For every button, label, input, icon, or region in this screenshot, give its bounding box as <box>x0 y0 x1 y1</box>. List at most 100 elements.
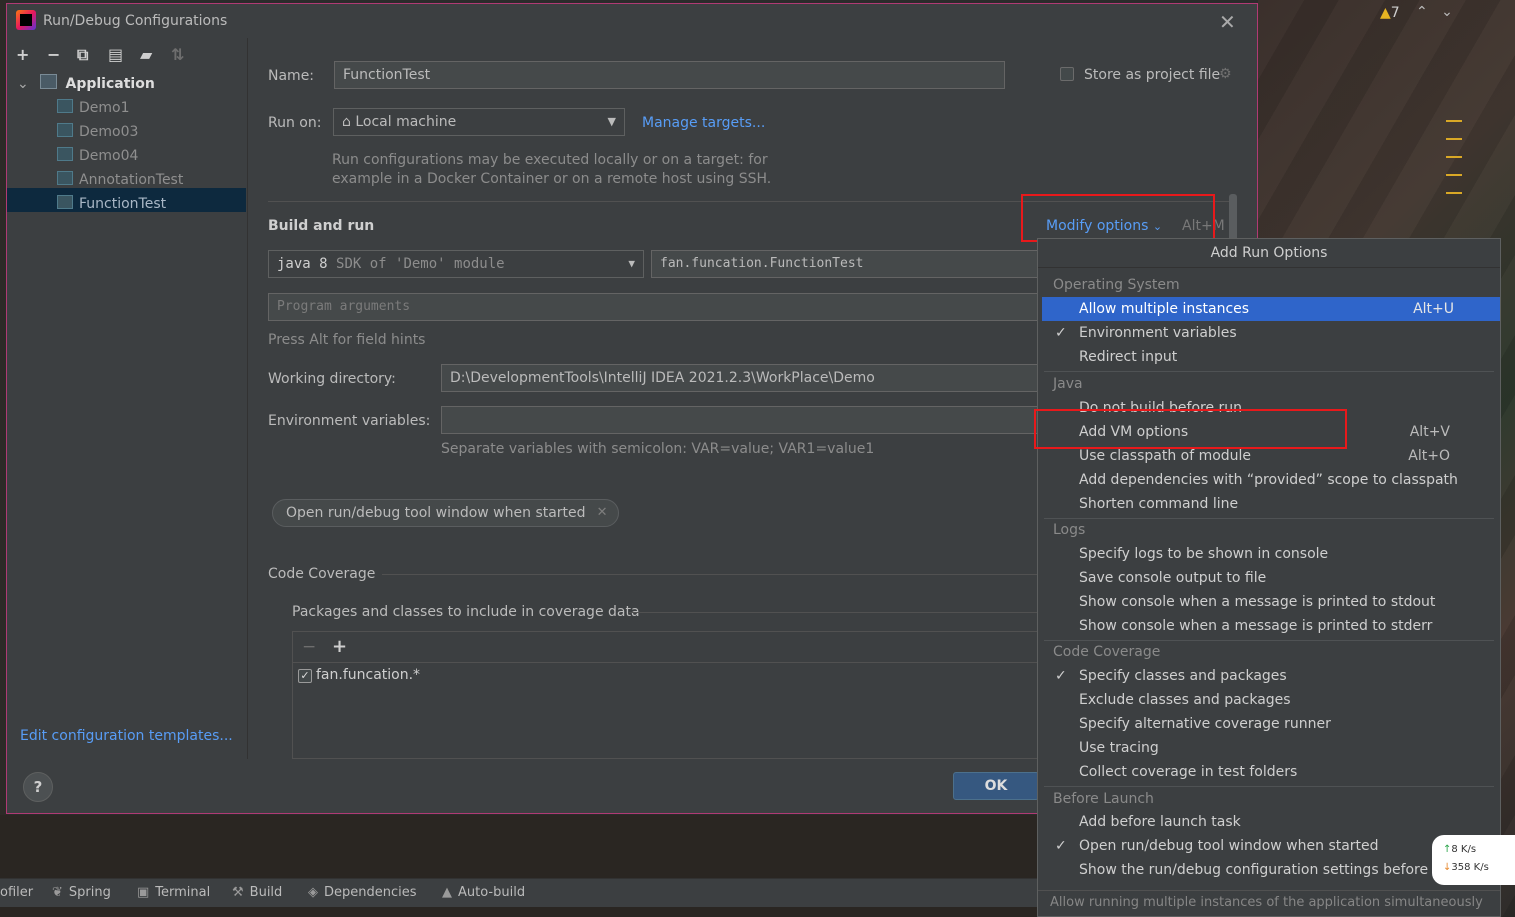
gear-icon[interactable]: ⚙ <box>1219 66 1232 82</box>
tool-spring[interactable]: ❦ Spring <box>52 885 111 900</box>
help-button[interactable]: ? <box>23 772 53 802</box>
dialog-titlebar: Run/Debug Configurations ✕ <box>7 4 1257 38</box>
tool-dependencies[interactable]: ◈ Dependencies <box>308 885 417 900</box>
separator <box>1044 640 1494 641</box>
checkmark-icon: ✓ <box>1055 668 1067 684</box>
menu-item-alternative-runner[interactable]: Specify alternative coverage runner <box>1038 712 1500 736</box>
separator <box>1044 371 1494 372</box>
coverage-item-label: fan.funcation.* <box>316 667 421 683</box>
config-icon <box>57 195 73 209</box>
highlight-box <box>1021 194 1215 242</box>
press-alt-hint: Press Alt for field hints <box>268 332 426 348</box>
name-label: Name: <box>268 68 315 84</box>
scrollbar[interactable] <box>1229 194 1237 244</box>
run-on-label: Run on: <box>268 115 322 131</box>
separator <box>293 662 1038 663</box>
menu-item-shorten-command-line[interactable]: Shorten command line <box>1038 492 1500 516</box>
run-on-hint-line2: example in a Docker Container or on a re… <box>332 171 772 187</box>
run-on-select[interactable]: ⌂ Local machine ▼ <box>333 108 625 136</box>
chevron-down-icon: ▼ <box>628 257 635 270</box>
plus-icon[interactable]: + <box>332 636 347 657</box>
highlight-box <box>1034 409 1347 449</box>
tool-profiler[interactable]: ofiler <box>0 885 33 900</box>
hammer-icon: ⚒ <box>232 885 244 900</box>
tool-terminal[interactable]: ▣ Terminal <box>137 885 210 900</box>
tool-auto-build[interactable]: ▲ Auto-build <box>442 885 525 900</box>
name-field[interactable]: FunctionTest <box>334 61 1005 89</box>
chevron-down-icon: ▼ <box>607 115 616 128</box>
separator <box>382 574 1039 575</box>
sort-icon[interactable]: ⇅ <box>171 45 184 64</box>
nav-arrows[interactable]: ⌃ ⌄ <box>1416 4 1453 20</box>
working-dir-field[interactable]: D:\DevelopmentTools\IntelliJ IDEA 2021.2… <box>441 364 1039 392</box>
minus-icon[interactable]: − <box>47 45 60 64</box>
menu-item-specify-classes[interactable]: ✓ Specify classes and packages <box>1038 664 1500 688</box>
folder-add-icon[interactable]: ▰ <box>140 45 152 64</box>
tree-application-node[interactable]: ⌄ Application <box>17 74 155 92</box>
marker <box>1446 120 1462 122</box>
close-icon[interactable]: ✕ <box>1219 10 1236 34</box>
open-tool-window-chip[interactable]: Open run/debug tool window when started … <box>272 499 619 527</box>
separator <box>629 612 1039 613</box>
env-vars-hint: Separate variables with semicolon: VAR=v… <box>441 441 875 457</box>
manage-targets-link[interactable]: Manage targets... <box>642 115 765 131</box>
plus-icon[interactable]: + <box>16 45 29 64</box>
group-code-coverage: Code Coverage <box>1053 644 1161 660</box>
menu-item-allow-multiple-instances[interactable]: Allow multiple instances Alt+U <box>1042 297 1500 321</box>
menu-item-open-tool-window[interactable]: ✓ Open run/debug tool window when started <box>1038 834 1500 858</box>
tool-build[interactable]: ⚒ Build <box>232 885 282 900</box>
coverage-list-panel: − + ✓ fan.funcation.* <box>292 631 1039 759</box>
ok-button[interactable]: OK <box>953 772 1039 800</box>
marker <box>1446 156 1462 158</box>
store-label[interactable]: Store as project file <box>1084 67 1220 83</box>
terminal-icon: ▣ <box>137 885 150 900</box>
close-icon[interactable]: ✕ <box>597 500 608 526</box>
warning-indicator[interactable]: ▲7 <box>1380 5 1400 21</box>
menu-item-save-console-output[interactable]: Save console output to file <box>1038 566 1500 590</box>
menu-item-add-dependencies[interactable]: Add dependencies with “provided” scope t… <box>1038 468 1500 492</box>
menu-item-add-before-launch[interactable]: Add before launch task <box>1038 810 1500 834</box>
menu-item-exclude-classes[interactable]: Exclude classes and packages <box>1038 688 1500 712</box>
tree-item-functiontest[interactable]: FunctionTest <box>57 192 166 216</box>
menu-item-environment-variables[interactable]: ✓ Environment variables <box>1038 321 1500 345</box>
chevron-down-icon: ⌄ <box>17 76 29 92</box>
program-args-field[interactable]: Program arguments <box>268 293 1039 321</box>
separator <box>1044 518 1494 519</box>
group-java: Java <box>1053 376 1083 392</box>
popup-footer-hint: Allow running multiple instances of the … <box>1038 890 1500 916</box>
menu-item-collect-coverage[interactable]: Collect coverage in test folders <box>1038 760 1500 784</box>
warning-icon: ▲ <box>1380 5 1391 21</box>
coverage-item-checkbox[interactable]: ✓ <box>298 669 312 683</box>
minus-icon[interactable]: − <box>302 637 316 657</box>
menu-item-show-settings-before-start[interactable]: Show the run/debug configuration setting… <box>1038 858 1500 882</box>
add-run-options-popup: Add Run Options Operating System Allow m… <box>1037 238 1501 917</box>
edit-templates-link[interactable]: Edit configuration templates... <box>20 728 233 744</box>
menu-item-show-console-stderr[interactable]: Show console when a message is printed t… <box>1038 614 1500 638</box>
copy-icon[interactable]: ⧉ <box>77 45 88 65</box>
code-coverage-heading: Code Coverage <box>268 566 376 582</box>
tree-item-annotationtest[interactable]: AnnotationTest <box>57 168 183 192</box>
run-on-hint-line1: Run configurations may be executed local… <box>332 152 768 168</box>
tree-item-demo04[interactable]: Demo04 <box>57 144 138 168</box>
store-checkbox[interactable] <box>1060 67 1074 81</box>
save-icon[interactable]: ▤ <box>108 45 123 64</box>
menu-item-use-tracing[interactable]: Use tracing <box>1038 736 1500 760</box>
working-dir-label: Working directory: <box>268 371 396 387</box>
main-class-field[interactable]: fan.funcation.FunctionTest <box>651 250 1039 278</box>
spring-icon: ❦ <box>52 885 63 900</box>
warning-triangle-icon: ▲ <box>442 885 452 900</box>
checkmark-icon: ✓ <box>1055 838 1067 854</box>
menu-item-specify-logs[interactable]: Specify logs to be shown in console <box>1038 542 1500 566</box>
home-icon: ⌂ <box>342 114 351 130</box>
menu-item-redirect-input[interactable]: Redirect input <box>1038 345 1500 369</box>
tree-item-demo03[interactable]: Demo03 <box>57 120 138 144</box>
jdk-select[interactable]: java 8 SDK of 'Demo' module ▼ <box>268 250 644 278</box>
menu-item-show-console-stdout[interactable]: Show console when a message is printed t… <box>1038 590 1500 614</box>
marker <box>1446 138 1462 140</box>
group-operating-system: Operating System <box>1053 277 1180 293</box>
group-before-launch: Before Launch <box>1053 791 1154 807</box>
config-tree-panel: + − ⧉ ▤ ▰ ⇅ ⌄ Application Demo1 Demo03 D… <box>7 38 248 759</box>
marker <box>1446 174 1462 176</box>
env-vars-field[interactable] <box>441 406 1039 434</box>
tree-item-demo1[interactable]: Demo1 <box>57 96 130 120</box>
